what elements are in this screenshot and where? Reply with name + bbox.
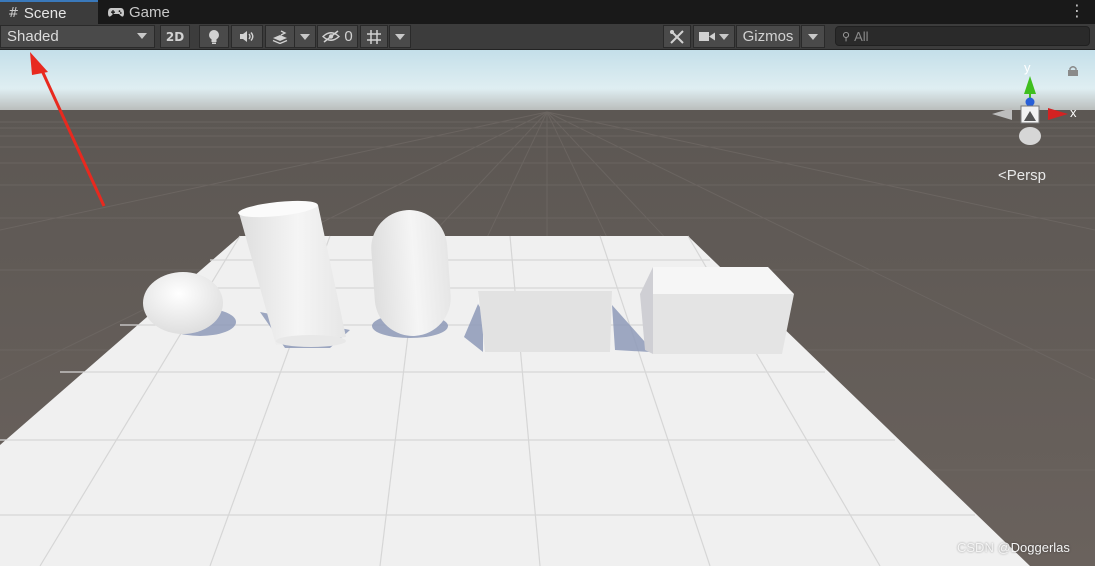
lighting-toggle[interactable] [199,25,229,48]
tab-scene-label: Scene [23,4,67,22]
capsule-object[interactable] [369,208,454,339]
scene-render: y x [0,50,1095,566]
tools-icon [670,29,684,44]
cube-object-1[interactable] [478,291,612,352]
lock-icon[interactable] [1067,66,1079,76]
skybox [0,50,1095,120]
grid-icon [367,29,381,44]
scene-effects-toggle[interactable] [265,25,295,48]
perspective-icon: < [998,167,1007,184]
gamepad-icon [108,7,124,17]
chevron-down-icon [137,33,147,39]
chevron-down-icon [300,33,310,40]
scene-camera-settings-button[interactable] [693,25,735,48]
grid-icon: # [8,5,19,21]
scene-effects-menu-button[interactable] [294,25,316,48]
chevron-down-icon [395,33,405,40]
camera-icon [699,32,715,41]
mode-2d-label: 2D [165,29,185,44]
projection-label: Persp [1006,167,1046,184]
projection-toggle[interactable]: <Persp [998,167,1046,184]
scene-visibility-toggle[interactable]: 0 [317,25,358,48]
chevron-down-icon [808,33,818,40]
shading-mode-dropdown[interactable]: Shaded [0,25,155,48]
eye-slash-icon [322,30,341,43]
gizmos-label: Gizmos [742,28,794,45]
watermark: CSDN @Doggerlas [957,540,1070,555]
window-tab-bar: # Scene Game ⋮ [0,0,1095,24]
speaker-icon [239,31,253,42]
hidden-objects-count: 0 [344,28,353,45]
mode-2d-toggle[interactable]: 2D [160,25,190,48]
audio-toggle[interactable] [231,25,263,48]
search-icon: ⚲ [842,29,851,43]
x-axis-label: x [1070,105,1077,120]
gizmos-toggle[interactable]: Gizmos [736,25,800,48]
search-input[interactable] [854,28,1075,44]
chevron-down-icon [719,33,729,40]
sphere-object[interactable] [143,272,223,334]
grid-settings-menu-button[interactable] [389,25,411,48]
tab-scene[interactable]: # Scene [0,0,98,24]
gizmos-menu-button[interactable] [801,25,825,48]
tab-game[interactable]: Game [100,0,190,24]
neg-y-axis-cone[interactable] [1019,127,1041,145]
editor-tools-button[interactable] [663,25,691,48]
lightbulb-icon [209,29,219,44]
grid-visibility-toggle[interactable] [360,25,388,48]
scene-viewport[interactable]: y x <Persp CSDN @Doggerlas [0,50,1095,566]
y-axis-label: y [1024,60,1031,75]
z-axis-cone[interactable] [1025,97,1035,107]
tab-game-label: Game [129,3,170,21]
cube-object-2[interactable] [640,267,794,354]
kebab-menu-icon[interactable]: ⋮ [1069,2,1085,20]
scene-toolbar: Shaded 2D 0 Gizmos ⚲ All [0,24,1095,50]
shading-mode-value: Shaded [7,28,59,45]
scene-search-box[interactable]: ⚲ [835,26,1090,46]
layers-effects-icon [272,29,288,44]
